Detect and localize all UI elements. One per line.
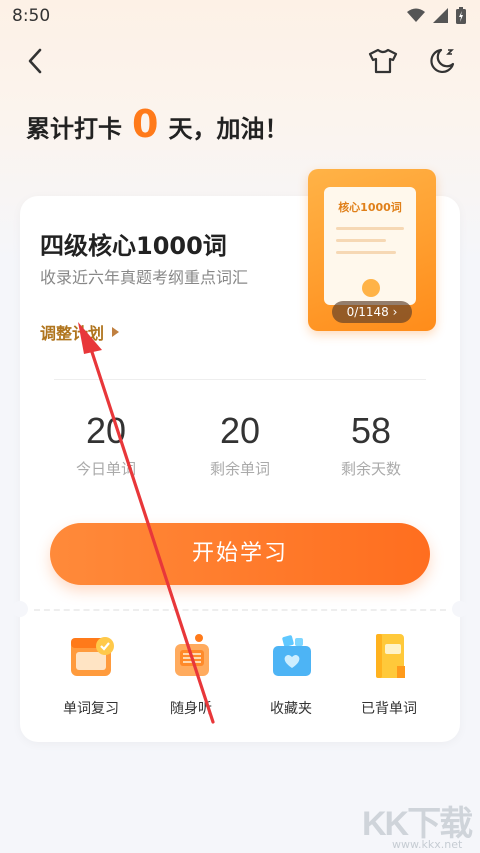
stat-value: 20 <box>219 410 261 451</box>
book-progress: 0/1148 › <box>332 301 412 323</box>
divider <box>54 379 426 380</box>
watermark-url: www.kkx.net <box>392 838 463 851</box>
stat-today-words: 20 今日单词 <box>46 410 166 479</box>
cover-line <box>336 251 396 254</box>
adjust-plan-link[interactable]: 调整计划 <box>40 320 120 344</box>
stat-label: 今日单词 <box>75 460 136 478</box>
tool-radio[interactable]: 随身听 <box>146 630 236 718</box>
tool-label: 已背单词 <box>361 701 417 717</box>
skin-button[interactable] <box>366 46 400 76</box>
status-bar: 8:50 <box>0 0 480 34</box>
stat-value: 58 <box>350 410 392 451</box>
tool-label: 收藏夹 <box>270 701 312 717</box>
streak-days: 0 <box>132 102 159 146</box>
calendar-review-icon <box>61 630 121 686</box>
stat-value: 20 <box>85 410 127 451</box>
adjust-plan-label: 调整计划 <box>40 324 105 343</box>
cover-line <box>336 239 386 242</box>
dashed-divider <box>34 609 446 611</box>
back-button[interactable] <box>20 46 50 76</box>
cover-paper: 核心1000词 <box>324 187 416 305</box>
book-title: 四级核心1000词 <box>40 232 227 260</box>
tool-word-review[interactable]: 单词复习 <box>46 630 136 718</box>
tool-label: 单词复习 <box>63 701 119 717</box>
favorites-folder-icon <box>261 630 321 686</box>
book-cover[interactable]: 核心1000词 0/1148 › <box>308 169 436 331</box>
stat-remaining-days: 58 剩余天数 <box>311 410 431 479</box>
streak-suffix: 天，加油！ <box>168 115 289 143</box>
night-mode-button[interactable] <box>426 44 460 78</box>
stat-label: 剩余天数 <box>340 460 401 478</box>
stat-label: 剩余单词 <box>209 460 270 478</box>
battery-icon <box>456 7 466 24</box>
tool-favorites[interactable]: 收藏夹 <box>246 630 336 718</box>
radio-icon <box>161 630 221 686</box>
status-time: 8:50 <box>12 6 51 26</box>
book-subtitle: 收录近六年真题考纲重点词汇 <box>40 268 249 287</box>
tool-label: 随身听 <box>170 701 212 717</box>
cover-title: 核心1000词 <box>338 201 402 214</box>
streak-prefix: 累计打卡 <box>26 115 122 143</box>
cover-line <box>336 227 404 230</box>
triangle-right-icon <box>112 327 120 337</box>
streak-banner: 累计打卡 0 天，加油！ <box>26 102 288 146</box>
medal-icon <box>362 279 380 297</box>
learned-book-icon <box>359 630 419 686</box>
back-arrow-icon <box>28 48 42 74</box>
card-notch <box>452 601 468 617</box>
signal-icon <box>433 8 448 23</box>
stat-remaining-words: 20 剩余单词 <box>180 410 300 479</box>
status-icons <box>407 7 466 24</box>
moon-icon <box>430 48 455 73</box>
tool-learned-words[interactable]: 已背单词 <box>344 630 434 718</box>
tshirt-icon <box>368 48 398 74</box>
card-notch <box>12 601 28 617</box>
start-learning-button[interactable]: 开始学习 <box>50 523 430 585</box>
wifi-icon <box>407 8 425 22</box>
